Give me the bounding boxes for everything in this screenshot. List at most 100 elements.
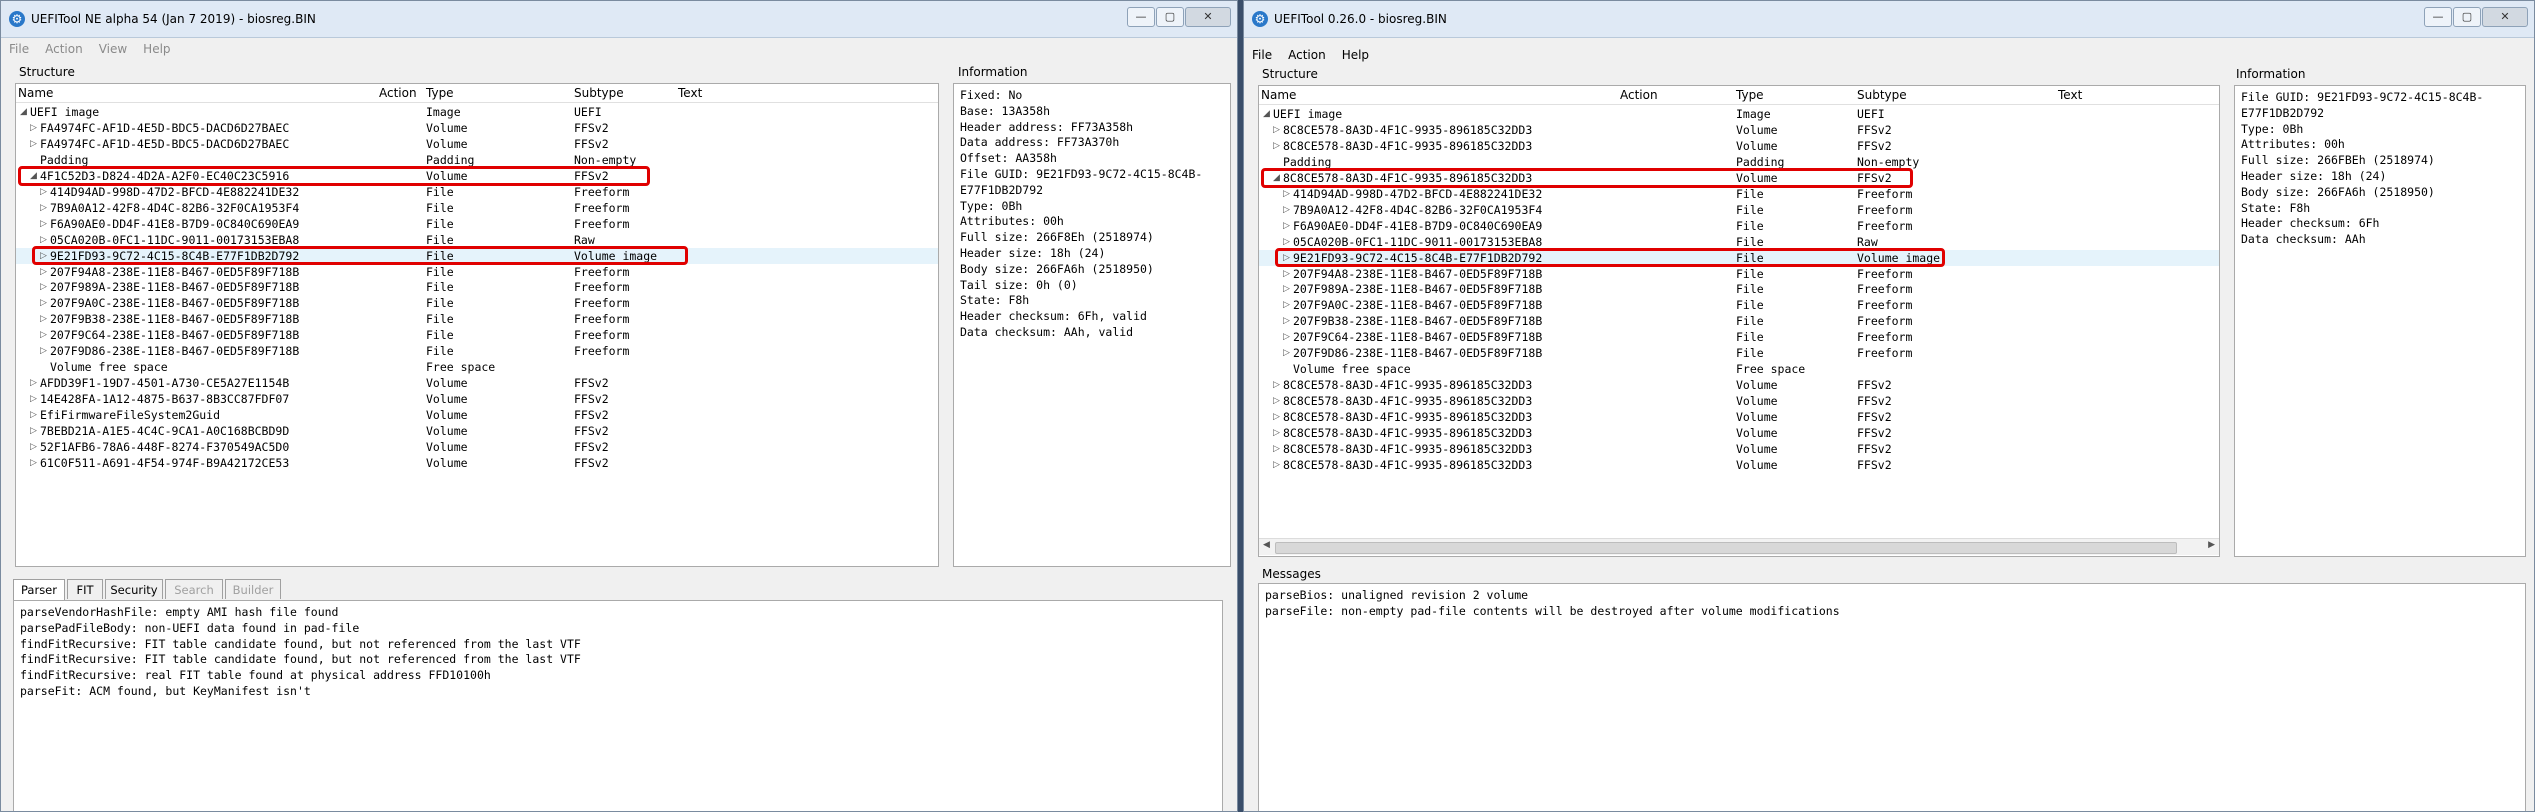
expand-arrow-icon[interactable]: ▷ (40, 185, 50, 199)
tree-row[interactable]: ▷ 7BEBD21A-A1E5-4C4C-9CA1-A0C168BCBD9D Vol… (16, 423, 938, 439)
tree-row[interactable]: ▷ 14E428FA-1A12-4875-B637-8B3CC87FDF07 Vol… (16, 391, 938, 407)
expand-arrow-icon[interactable]: ▷ (1283, 282, 1293, 296)
expand-arrow-icon[interactable]: ▷ (1283, 298, 1293, 312)
tree-row[interactable]: ▷ FA4974FC-AF1D-4E5D-BDC5-DACD6D27BAEC Vol… (16, 120, 938, 136)
expand-arrow-icon[interactable]: ▷ (30, 121, 40, 135)
menu-item-action[interactable]: Action (1280, 45, 1334, 65)
title-bar[interactable]: ⚙ UEFITool 0.26.0 - biosreg.BIN — ▢ ✕ (1244, 1, 2534, 38)
expand-arrow-icon[interactable]: ▷ (30, 440, 40, 454)
tab-search[interactable]: Search (165, 579, 223, 599)
tree-row[interactable]: ▷ 207F9B38-238E-11E8-B467-0ED5F89F718B Fil… (16, 311, 938, 327)
column-header-name[interactable]: Name (18, 86, 53, 100)
collapse-arrow-icon[interactable]: ◢ (1263, 107, 1273, 121)
expand-arrow-icon[interactable]: ▷ (30, 392, 40, 406)
tree-row[interactable]: ▷ 52F1AFB6-78A6-448F-8274-F370549AC5D0 Vol… (16, 439, 938, 455)
tab-parser[interactable]: Parser (13, 579, 65, 601)
tree-row[interactable]: ▷ 207F94A8-238E-11E8-B467-0ED5F89F718B Fil… (16, 264, 938, 280)
expand-arrow-icon[interactable]: ▷ (1283, 235, 1293, 249)
scrollbar-thumb[interactable] (1275, 542, 2177, 554)
expand-arrow-icon[interactable]: ▷ (1273, 139, 1283, 153)
tree-row[interactable]: ▷ 207F94A8-238E-11E8-B467-0ED5F89F718B Fil… (1259, 266, 2219, 282)
column-header-type[interactable]: Type (1736, 88, 1764, 102)
scroll-right-arrow-icon[interactable]: ▶ (2208, 540, 2215, 550)
menu-item-help[interactable]: Help (1334, 45, 1377, 65)
tree-row[interactable]: ▷ 8C8CE578-8A3D-4F1C-9935-896185C32DD3 Vol… (1259, 457, 2219, 473)
collapse-arrow-icon[interactable]: ◢ (20, 105, 30, 119)
tree-row[interactable]: ▷ 207F9C64-238E-11E8-B467-0ED5F89F718B Fil… (16, 327, 938, 343)
expand-arrow-icon[interactable]: ▷ (40, 280, 50, 294)
tree-row[interactable]: ▷ 8C8CE578-8A3D-4F1C-9935-896185C32DD3 Vol… (1259, 377, 2219, 393)
expand-arrow-icon[interactable]: ▷ (1273, 394, 1283, 408)
menu-item-help[interactable]: Help (135, 39, 178, 59)
expand-arrow-icon[interactable]: ▷ (1283, 219, 1293, 233)
tree-row[interactable]: Volume free space Free space (1259, 361, 2219, 377)
close-button[interactable]: ✕ (1185, 7, 1231, 27)
tree-row[interactable]: ▷ 207F989A-238E-11E8-B467-0ED5F89F718B Fil… (1259, 281, 2219, 297)
tree-row[interactable]: ▷ 414D94AD-998D-47D2-BFCD-4E882241DE32 Fil… (16, 184, 938, 200)
tree-row[interactable]: ▷ 7B9A0A12-42F8-4D4C-82B6-32F0CA1953F4 Fil… (1259, 202, 2219, 218)
expand-arrow-icon[interactable]: ▷ (1283, 203, 1293, 217)
expand-arrow-icon[interactable]: ▷ (40, 296, 50, 310)
tree-row[interactable]: ▷ 207F9C64-238E-11E8-B467-0ED5F89F718B Fil… (1259, 329, 2219, 345)
tree-row[interactable]: ▷ 8C8CE578-8A3D-4F1C-9935-896185C32DD3 Vol… (1259, 425, 2219, 441)
maximize-button[interactable]: ▢ (1156, 7, 1184, 27)
expand-arrow-icon[interactable]: ▷ (1273, 410, 1283, 424)
expand-arrow-icon[interactable]: ▷ (1283, 330, 1293, 344)
column-header-name[interactable]: Name (1261, 88, 1296, 102)
tree-row[interactable]: ▷ 8C8CE578-8A3D-4F1C-9935-896185C32DD3 Vol… (1259, 409, 2219, 425)
title-bar[interactable]: ⚙ UEFITool NE alpha 54 (Jan 7 2019) - bi… (1, 1, 1237, 38)
tree-row[interactable]: ▷ FA4974FC-AF1D-4E5D-BDC5-DACD6D27BAEC Vol… (16, 136, 938, 152)
column-header-text[interactable]: Text (678, 86, 702, 100)
tree-row[interactable]: ▷ EfiFirmwareFileSystem2Guid Volume FFSv2 (16, 407, 938, 423)
tree-row[interactable]: ▷ AFDD39F1-19D7-4501-A730-CE5A27E1154B Vol… (16, 375, 938, 391)
column-header-subtype[interactable]: Subtype (574, 86, 624, 100)
expand-arrow-icon[interactable]: ▷ (40, 217, 50, 231)
minimize-button[interactable]: — (1127, 7, 1155, 27)
expand-arrow-icon[interactable]: ▷ (30, 137, 40, 151)
column-header-action[interactable]: Action (379, 86, 417, 100)
tree-row[interactable]: ▷ 8C8CE578-8A3D-4F1C-9935-896185C32DD3 Vol… (1259, 393, 2219, 409)
expand-arrow-icon[interactable]: ▷ (1283, 314, 1293, 328)
expand-arrow-icon[interactable]: ▷ (1273, 123, 1283, 137)
tab-builder[interactable]: Builder (225, 579, 281, 599)
menu-item-action[interactable]: Action (37, 39, 91, 59)
tree-row[interactable]: ▷ F6A90AE0-DD4F-41E8-B7D9-0C840C690EA9 Fil… (16, 216, 938, 232)
tree-row[interactable]: ▷ 207F9D86-238E-11E8-B467-0ED5F89F718B Fil… (16, 343, 938, 359)
expand-arrow-icon[interactable]: ▷ (30, 456, 40, 470)
menu-item-view[interactable]: View (91, 39, 135, 59)
tree-row[interactable]: ▷ 8C8CE578-8A3D-4F1C-9935-896185C32DD3 Vol… (1259, 441, 2219, 457)
expand-arrow-icon[interactable]: ▷ (1283, 187, 1293, 201)
expand-arrow-icon[interactable]: ▷ (30, 376, 40, 390)
structure-tree[interactable]: Name Action Type Subtype Text ◢ UEFI image Ima… (15, 83, 939, 567)
tree-row[interactable]: ▷ 207F989A-238E-11E8-B467-0ED5F89F718B Fil… (16, 279, 938, 295)
column-header-text[interactable]: Text (2058, 88, 2082, 102)
tab-fit[interactable]: FIT (67, 579, 103, 599)
maximize-button[interactable]: ▢ (2453, 7, 2481, 27)
tree-row[interactable]: ◢ UEFI image Image UEFI (16, 104, 938, 120)
tree-row[interactable]: ▷ 7B9A0A12-42F8-4D4C-82B6-32F0CA1953F4 Fil… (16, 200, 938, 216)
tree-row[interactable]: ▷ 414D94AD-998D-47D2-BFCD-4E882241DE32 Fil… (1259, 186, 2219, 202)
tree-row[interactable]: ▷ 8C8CE578-8A3D-4F1C-9935-896185C32DD3 Vol… (1259, 122, 2219, 138)
expand-arrow-icon[interactable]: ▷ (40, 328, 50, 342)
expand-arrow-icon[interactable]: ▷ (1283, 346, 1293, 360)
column-header-action[interactable]: Action (1620, 88, 1658, 102)
column-header-type[interactable]: Type (426, 86, 454, 100)
expand-arrow-icon[interactable]: ▷ (40, 233, 50, 247)
tree-row[interactable]: ▷ 8C8CE578-8A3D-4F1C-9935-896185C32DD3 Vol… (1259, 138, 2219, 154)
expand-arrow-icon[interactable]: ▷ (30, 408, 40, 422)
horizontal-scrollbar[interactable]: ◀ ▶ (1259, 538, 2219, 555)
minimize-button[interactable]: — (2424, 7, 2452, 27)
tree-row[interactable]: ▷ 207F9A0C-238E-11E8-B467-0ED5F89F718B Fil… (16, 295, 938, 311)
expand-arrow-icon[interactable]: ▷ (1273, 442, 1283, 456)
expand-arrow-icon[interactable]: ▷ (1273, 426, 1283, 440)
expand-arrow-icon[interactable]: ▷ (30, 424, 40, 438)
expand-arrow-icon[interactable]: ▷ (1273, 378, 1283, 392)
menu-item-file[interactable]: File (1244, 45, 1280, 65)
expand-arrow-icon[interactable]: ▷ (40, 344, 50, 358)
structure-tree[interactable]: Name Action Type Subtype Text ◀ ▶ ◢ UEFI imag… (1258, 85, 2220, 557)
expand-arrow-icon[interactable]: ▷ (1283, 267, 1293, 281)
tree-row[interactable]: ▷ 207F9D86-238E-11E8-B467-0ED5F89F718B Fil… (1259, 345, 2219, 361)
tab-security[interactable]: Security (105, 579, 163, 599)
expand-arrow-icon[interactable]: ▷ (1273, 458, 1283, 472)
tree-row[interactable]: Volume free space Free space (16, 359, 938, 375)
